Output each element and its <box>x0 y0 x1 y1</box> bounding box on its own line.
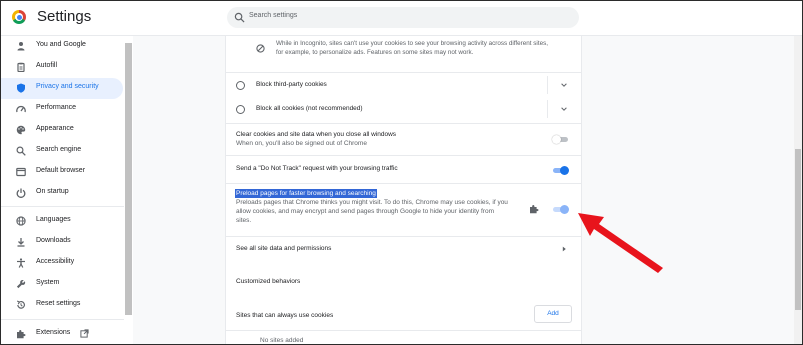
block-all-cookies-radio[interactable] <box>236 105 245 114</box>
search-placeholder: Search settings <box>249 12 298 19</box>
sidebar-item-search-engine[interactable]: Search engine <box>1 141 124 162</box>
sidebar-item-accessibility[interactable]: Accessibility <box>1 253 124 274</box>
sidebar-divider <box>1 319 124 320</box>
extension-managed-icon[interactable] <box>529 204 539 214</box>
cookies-settings-card: While in Incognito, sites can't use your… <box>225 36 582 344</box>
sidebar-item-label: Extensions <box>36 329 71 336</box>
sidebar-divider <box>1 206 124 207</box>
search-icon <box>16 146 26 156</box>
sidebar-item-performance[interactable]: Performance <box>1 99 124 120</box>
block-all-cookies-row[interactable]: Block all cookies (not recommended) <box>226 97 581 121</box>
clear-cookies-row[interactable]: Clear cookies and site data when you clo… <box>226 123 581 154</box>
chrome-logo-icon <box>12 10 26 24</box>
sidebar-item-you-and-google[interactable]: You and Google <box>1 36 124 57</box>
settings-window: Settings Search settings You and Google … <box>0 0 803 345</box>
block-third-party-radio[interactable] <box>236 81 245 90</box>
always-use-cookies-row: Sites that can always use cookies <box>226 304 581 326</box>
browser-icon <box>16 167 26 177</box>
sidebar-item-appearance[interactable]: Appearance <box>1 120 124 141</box>
sidebar-item-extensions[interactable]: Extensions <box>1 324 124 344</box>
row-separator <box>547 76 548 94</box>
sidebar-item-label: Languages <box>36 216 71 223</box>
see-all-site-data-label: See all site data and permissions <box>236 245 332 252</box>
chevron-down-icon[interactable] <box>560 105 568 113</box>
reset-icon <box>16 300 25 309</box>
incognito-note-line1: While in Incognito, sites can't use your… <box>276 40 548 47</box>
no-sites-row: No sites added <box>226 330 581 344</box>
accessibility-icon <box>17 258 25 268</box>
clear-cookies-title: Clear cookies and site data when you clo… <box>236 131 397 138</box>
incognito-note-line2: for example, to personalize ads. Feature… <box>276 49 474 56</box>
sidebar-item-label: Reset settings <box>36 300 81 307</box>
always-use-cookies-label: Sites that can always use cookies <box>236 312 334 319</box>
sidebar-item-autofill[interactable]: Autofill <box>1 57 124 78</box>
sidebar-item-label: Search engine <box>36 146 82 153</box>
clear-cookies-toggle[interactable] <box>552 135 569 144</box>
sidebar-item-label: Privacy and security <box>36 83 99 90</box>
sidebar-item-label: Appearance <box>36 125 74 132</box>
main-scrollbar-thumb[interactable] <box>795 149 801 310</box>
sidebar-item-label: Accessibility <box>36 258 75 265</box>
customized-behaviors-header: Customized behaviors <box>226 272 581 292</box>
sidebar-item-downloads[interactable]: Downloads <box>1 232 124 253</box>
preload-pages-title: Preload pages for faster browsing and se… <box>235 189 377 198</box>
sidebar-item-label: Autofill <box>36 62 58 69</box>
header: Settings Search settings <box>1 1 802 36</box>
preload-pages-row[interactable]: Preload pages for faster browsing and se… <box>226 183 581 236</box>
speedometer-icon <box>16 105 26 113</box>
sidebar-item-label: System <box>36 279 60 286</box>
sidebar-item-label: Downloads <box>36 237 71 244</box>
no-sites-label: No sites added <box>260 337 304 344</box>
sidebar-item-label: Performance <box>36 104 77 111</box>
wrench-icon <box>16 279 26 289</box>
sidebar-item-label: Default browser <box>36 167 86 174</box>
sidebar-item-on-startup[interactable]: On startup <box>1 183 124 204</box>
clear-cookies-subtitle: When on, you'll also be signed out of Ch… <box>236 140 367 147</box>
sidebar: You and Google Autofill Privacy and secu… <box>1 36 124 344</box>
sidebar-item-languages[interactable]: Languages <box>1 211 124 232</box>
sidebar-item-privacy-and-security[interactable]: Privacy and security <box>1 78 123 99</box>
do-not-track-toggle[interactable] <box>552 166 569 175</box>
puzzle-icon <box>17 330 26 339</box>
clipboard-icon <box>17 62 25 72</box>
chevron-down-icon[interactable] <box>560 81 568 89</box>
do-not-track-row[interactable]: Send a "Do Not Track" request with your … <box>226 155 581 184</box>
block-all-cookies-label: Block all cookies (not recommended) <box>256 105 363 112</box>
shield-icon <box>17 83 25 93</box>
search-icon <box>234 12 245 23</box>
globe-icon <box>16 216 26 226</box>
sidebar-item-label: You and Google <box>36 41 86 48</box>
block-third-party-row[interactable]: Block third-party cookies <box>226 72 581 97</box>
power-icon <box>16 188 26 198</box>
sidebar-item-label: On startup <box>36 188 69 195</box>
person-icon <box>17 42 25 51</box>
main-scrollbar[interactable] <box>794 36 802 344</box>
search-input[interactable]: Search settings <box>227 7 579 28</box>
sidebar-item-system[interactable]: System <box>1 274 124 295</box>
sidebar-item-reset-settings[interactable]: Reset settings <box>1 295 124 316</box>
preload-pages-desc-line2: allow cookies, and may encrypt and send … <box>236 208 494 215</box>
sidebar-item-default-browser[interactable]: Default browser <box>1 162 124 183</box>
palette-icon <box>16 125 26 135</box>
block-third-party-label: Block third-party cookies <box>256 81 327 88</box>
preload-pages-desc-line1: Preloads pages that Chrome thinks you mi… <box>236 199 508 206</box>
page-title: Settings <box>37 8 92 25</box>
preload-pages-desc-line3: sites. <box>236 217 252 224</box>
see-all-site-data-row[interactable]: See all site data and permissions <box>226 236 581 261</box>
customized-behaviors-title: Customized behaviors <box>236 278 301 285</box>
do-not-track-title: Send a "Do Not Track" request with your … <box>236 165 398 172</box>
download-icon <box>17 238 25 247</box>
row-separator <box>547 100 548 118</box>
add-site-button[interactable]: Add <box>534 305 572 323</box>
red-pointer-arrow-icon <box>578 213 663 273</box>
sidebar-scrollbar[interactable] <box>125 43 132 315</box>
open-in-new-icon <box>80 329 89 338</box>
block-icon <box>256 44 265 53</box>
